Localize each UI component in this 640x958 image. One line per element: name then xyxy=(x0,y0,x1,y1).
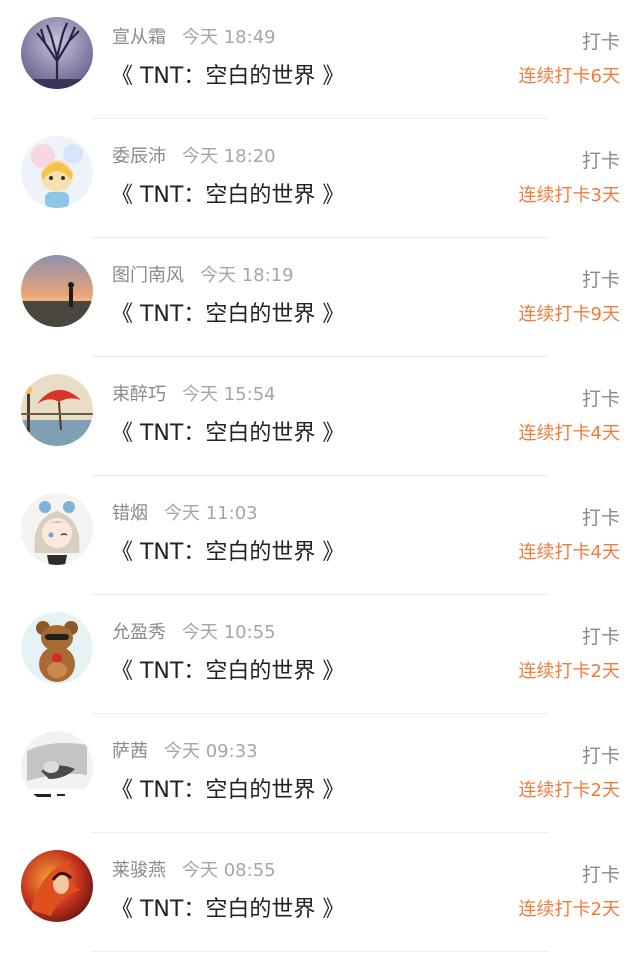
timestamp: 今天 10:55 xyxy=(182,622,276,643)
list-item[interactable]: 图门南风 今天 18:19 《 TNT：空白的世界 》 打卡 连续打卡9天 xyxy=(0,238,640,357)
item-meta: 图门南风 今天 18:19 xyxy=(112,261,294,287)
streak-label: 连续打卡4天 xyxy=(518,423,620,444)
timestamp: 今天 18:20 xyxy=(182,146,276,167)
timestamp: 今天 09:33 xyxy=(164,741,258,762)
book-title[interactable]: 《 TNT：空白的世界 》 xyxy=(111,58,344,90)
avatar[interactable] xyxy=(21,850,93,922)
checkin-button[interactable]: 打卡 xyxy=(582,503,620,530)
timestamp: 今天 18:49 xyxy=(182,27,276,48)
item-meta: 莱骏燕 今天 08:55 xyxy=(112,856,276,882)
tree-night-avatar xyxy=(21,17,93,89)
avatar[interactable] xyxy=(21,731,93,803)
item-meta: 允盈秀 今天 10:55 xyxy=(112,618,276,644)
avatar[interactable] xyxy=(21,612,93,684)
user-name[interactable]: 委辰沛 xyxy=(112,146,166,167)
fire-hair-avatar xyxy=(21,850,93,922)
checkin-button[interactable]: 打卡 xyxy=(582,146,620,173)
user-name[interactable]: 萨茜 xyxy=(112,741,148,762)
bw-photo-avatar xyxy=(21,731,93,803)
item-meta: 错烟 今天 11:03 xyxy=(112,499,258,525)
red-umbrella-avatar xyxy=(21,374,93,446)
user-name[interactable]: 图门南风 xyxy=(112,265,184,286)
streak-label: 连续打卡9天 xyxy=(518,304,620,325)
streak-label: 连续打卡2天 xyxy=(518,661,620,682)
streak-label: 连续打卡4天 xyxy=(518,542,620,563)
checkin-button[interactable]: 打卡 xyxy=(582,265,620,292)
list-item[interactable]: 宣从霜 今天 18:49 《 TNT：空白的世界 》 打卡 连续打卡6天 xyxy=(0,0,640,119)
user-name[interactable]: 允盈秀 xyxy=(112,622,166,643)
checkin-button[interactable]: 打卡 xyxy=(582,860,620,887)
list-item[interactable]: 束醉巧 今天 15:54 《 TNT：空白的世界 》 打卡 连续打卡4天 xyxy=(0,357,640,476)
divider xyxy=(92,951,548,952)
user-name[interactable]: 束醉巧 xyxy=(112,384,166,405)
avatar[interactable] xyxy=(21,255,93,327)
streak-label: 连续打卡2天 xyxy=(518,780,620,801)
book-title[interactable]: 《 TNT：空白的世界 》 xyxy=(111,415,344,447)
avatar[interactable] xyxy=(21,374,93,446)
book-title[interactable]: 《 TNT：空白的世界 》 xyxy=(111,772,344,804)
user-name[interactable]: 莱骏燕 xyxy=(112,860,166,881)
avatar[interactable] xyxy=(21,136,93,208)
bear-avatar xyxy=(21,612,93,684)
item-meta: 萨茜 今天 09:33 xyxy=(112,737,258,763)
list-item[interactable]: 错烟 今天 11:03 《 TNT：空白的世界 》 打卡 连续打卡4天 xyxy=(0,476,640,595)
user-name[interactable]: 宣从霜 xyxy=(112,27,166,48)
anime-girl-avatar xyxy=(21,493,93,565)
sunset-silhouette-avatar xyxy=(21,255,93,327)
book-title[interactable]: 《 TNT：空白的世界 》 xyxy=(111,177,344,209)
streak-label: 连续打卡2天 xyxy=(518,899,620,920)
list-item[interactable]: 莱骏燕 今天 08:55 《 TNT：空白的世界 》 打卡 连续打卡2天 xyxy=(0,833,640,952)
item-meta: 束醉巧 今天 15:54 xyxy=(112,380,276,406)
book-title[interactable]: 《 TNT：空白的世界 》 xyxy=(111,891,344,923)
timestamp: 今天 15:54 xyxy=(182,384,276,405)
checkin-button[interactable]: 打卡 xyxy=(582,741,620,768)
book-title[interactable]: 《 TNT：空白的世界 》 xyxy=(111,296,344,328)
list-item[interactable]: 允盈秀 今天 10:55 《 TNT：空白的世界 》 打卡 连续打卡2天 xyxy=(0,595,640,714)
checkin-button[interactable]: 打卡 xyxy=(582,384,620,411)
item-meta: 宣从霜 今天 18:49 xyxy=(112,23,276,49)
avatar[interactable] xyxy=(21,493,93,565)
cartoon-girl-avatar xyxy=(21,136,93,208)
checkin-button[interactable]: 打卡 xyxy=(582,622,620,649)
checkin-list: 宣从霜 今天 18:49 《 TNT：空白的世界 》 打卡 连续打卡6天 委辰沛今… xyxy=(0,0,640,952)
checkin-button[interactable]: 打卡 xyxy=(582,27,620,54)
timestamp: 今天 08:55 xyxy=(182,860,276,881)
list-item[interactable]: 委辰沛 今天 18:20 《 TNT：空白的世界 》 打卡 连续打卡3天 xyxy=(0,119,640,238)
avatar[interactable] xyxy=(21,17,93,89)
streak-label: 连续打卡3天 xyxy=(518,185,620,206)
streak-label: 连续打卡6天 xyxy=(518,66,620,87)
timestamp: 今天 18:19 xyxy=(200,265,294,286)
item-meta: 委辰沛 今天 18:20 xyxy=(112,142,276,168)
user-name[interactable]: 错烟 xyxy=(112,503,148,524)
timestamp: 今天 11:03 xyxy=(164,503,258,524)
book-title[interactable]: 《 TNT：空白的世界 》 xyxy=(111,653,344,685)
list-item[interactable]: 萨茜 今天 09:33 《 TNT：空白的世界 》 打卡 连续打卡2天 xyxy=(0,714,640,833)
book-title[interactable]: 《 TNT：空白的世界 》 xyxy=(111,534,344,566)
